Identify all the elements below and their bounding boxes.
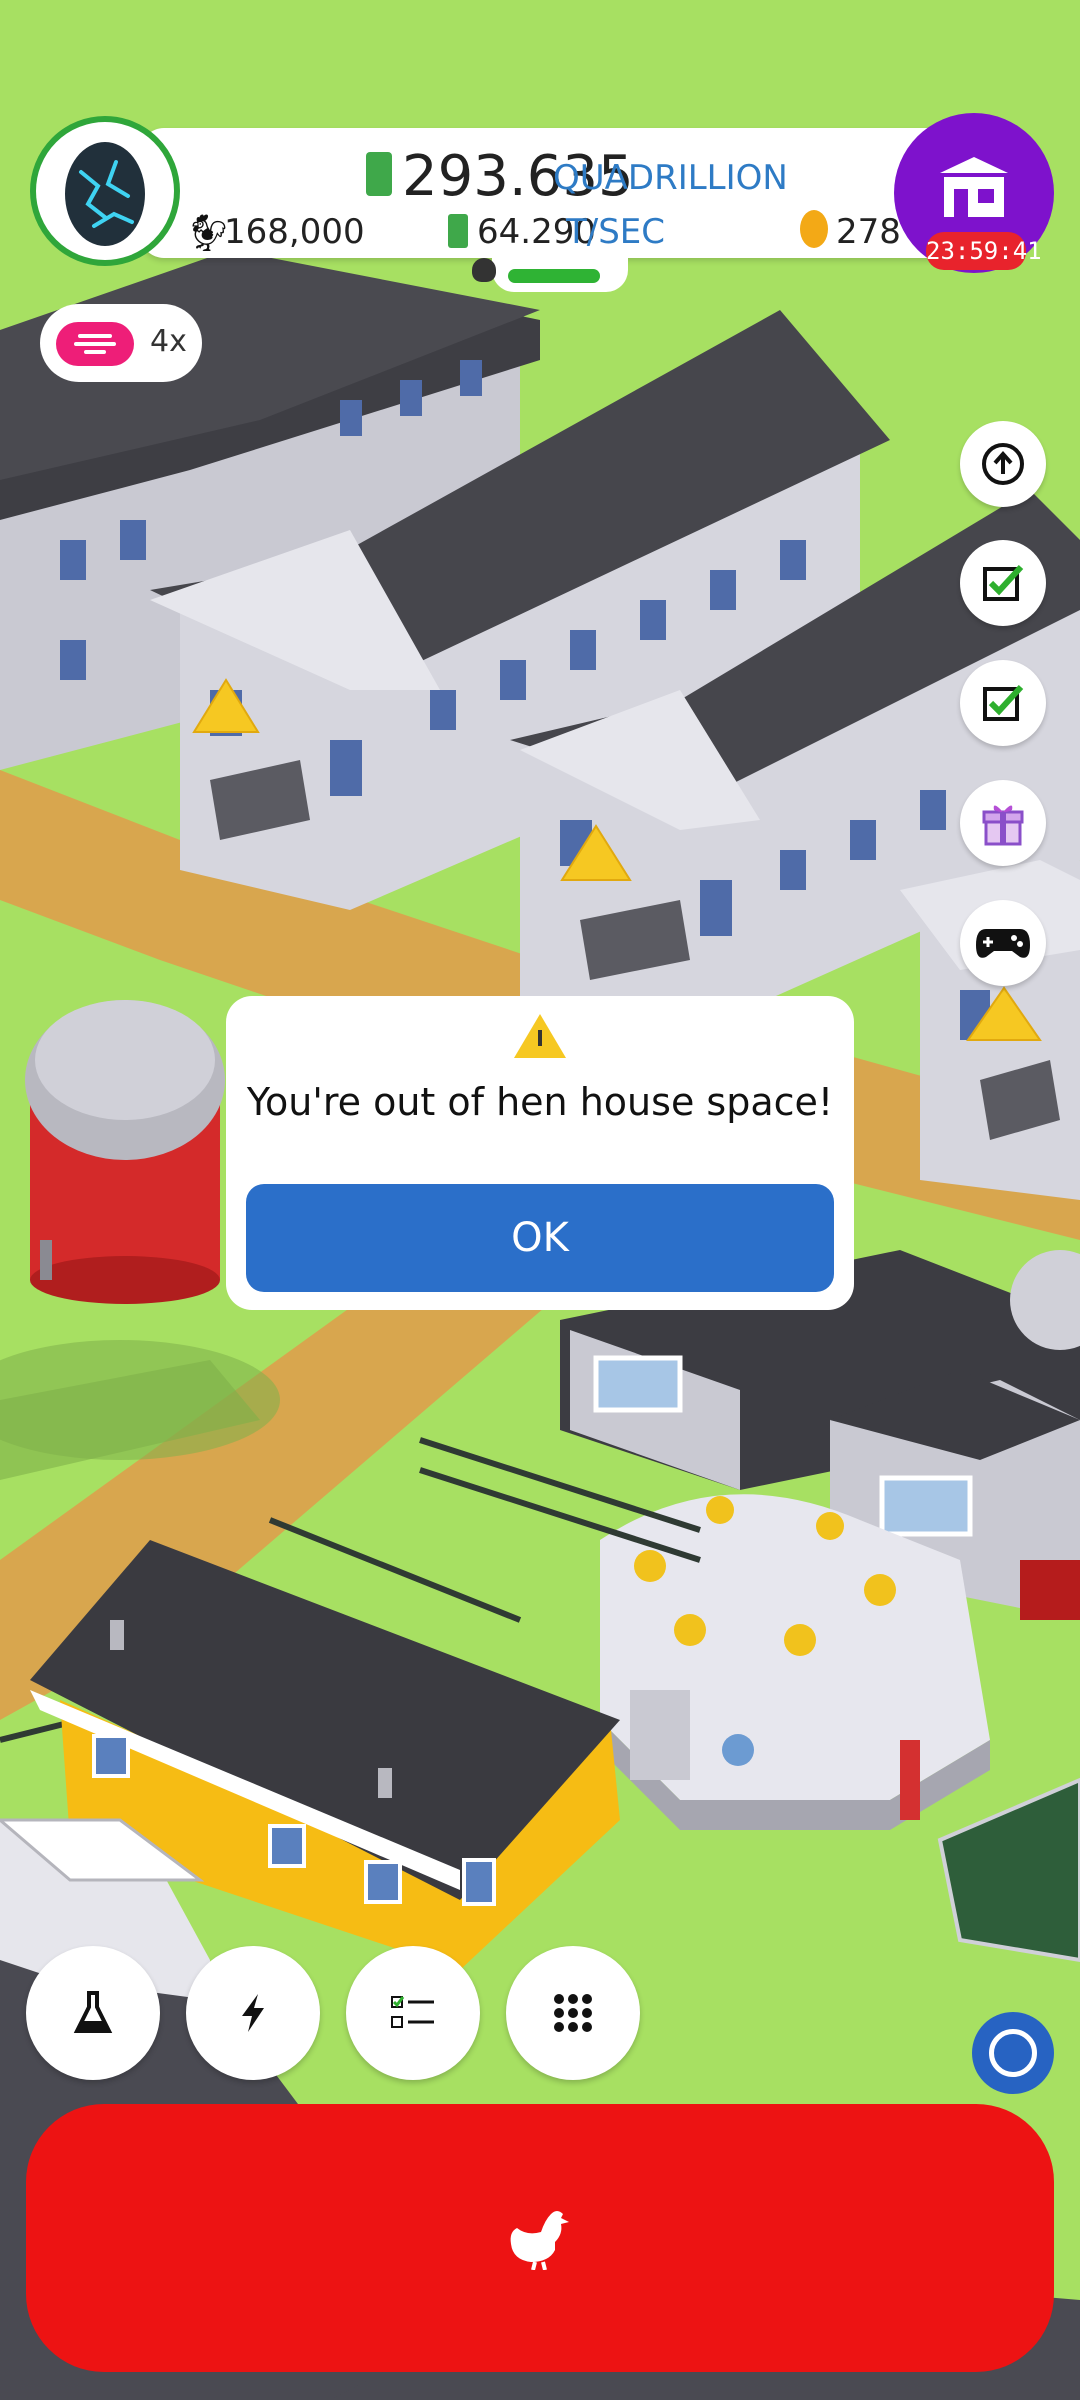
chicken-count: 168,000	[224, 212, 365, 252]
chicken-icon	[510, 2211, 569, 2270]
drone-icon	[56, 322, 134, 366]
drone-multiplier: 4x	[150, 324, 187, 359]
earning-rate-unit: T/SEC	[566, 212, 666, 252]
boost-lightning-icon	[242, 1994, 264, 2032]
mission-complete-icon	[983, 564, 1024, 601]
money-unit: QUADRILLION	[553, 158, 788, 198]
chicken-progress-icon	[472, 258, 496, 282]
ok-button[interactable]: OK	[246, 1184, 834, 1292]
boost-button[interactable]	[186, 1946, 320, 2080]
upgrade-button[interactable]	[960, 421, 1046, 507]
alert-message: You're out of hen house space!	[246, 1080, 834, 1124]
dark-egg-icon	[65, 142, 145, 246]
menu-button[interactable]	[506, 1946, 640, 2080]
gift-icon	[982, 805, 1024, 846]
hatch-chicken-button[interactable]	[26, 2104, 1054, 2372]
cash-icon	[366, 152, 392, 196]
warning-icon	[514, 1014, 566, 1058]
gift-button[interactable]	[960, 780, 1046, 866]
habitat-progress-fill	[508, 269, 600, 283]
research-flask-icon	[73, 1991, 113, 2033]
golden-egg-count: 278	[836, 212, 901, 252]
assistive-touch-button[interactable]	[972, 2012, 1054, 2094]
shop-timer: 23:59:41	[926, 232, 1042, 270]
rate-cash-icon	[448, 214, 468, 248]
upgrade-arrow-icon	[982, 443, 1024, 485]
mission-complete-icon	[983, 684, 1024, 721]
mission-button-1[interactable]	[960, 540, 1046, 626]
ring-icon	[989, 2029, 1037, 2077]
menu-grid-icon	[554, 1994, 592, 2032]
missions-button[interactable]	[346, 1946, 480, 2080]
gamepad-icon	[976, 929, 1030, 958]
mission-button-2[interactable]	[960, 660, 1046, 746]
golden-egg-icon	[800, 210, 828, 248]
game-button[interactable]	[960, 900, 1046, 986]
checklist-icon	[391, 1996, 434, 2028]
silo	[25, 1000, 225, 1304]
current-egg-button[interactable]	[30, 116, 180, 266]
research-button[interactable]	[26, 1946, 160, 2080]
